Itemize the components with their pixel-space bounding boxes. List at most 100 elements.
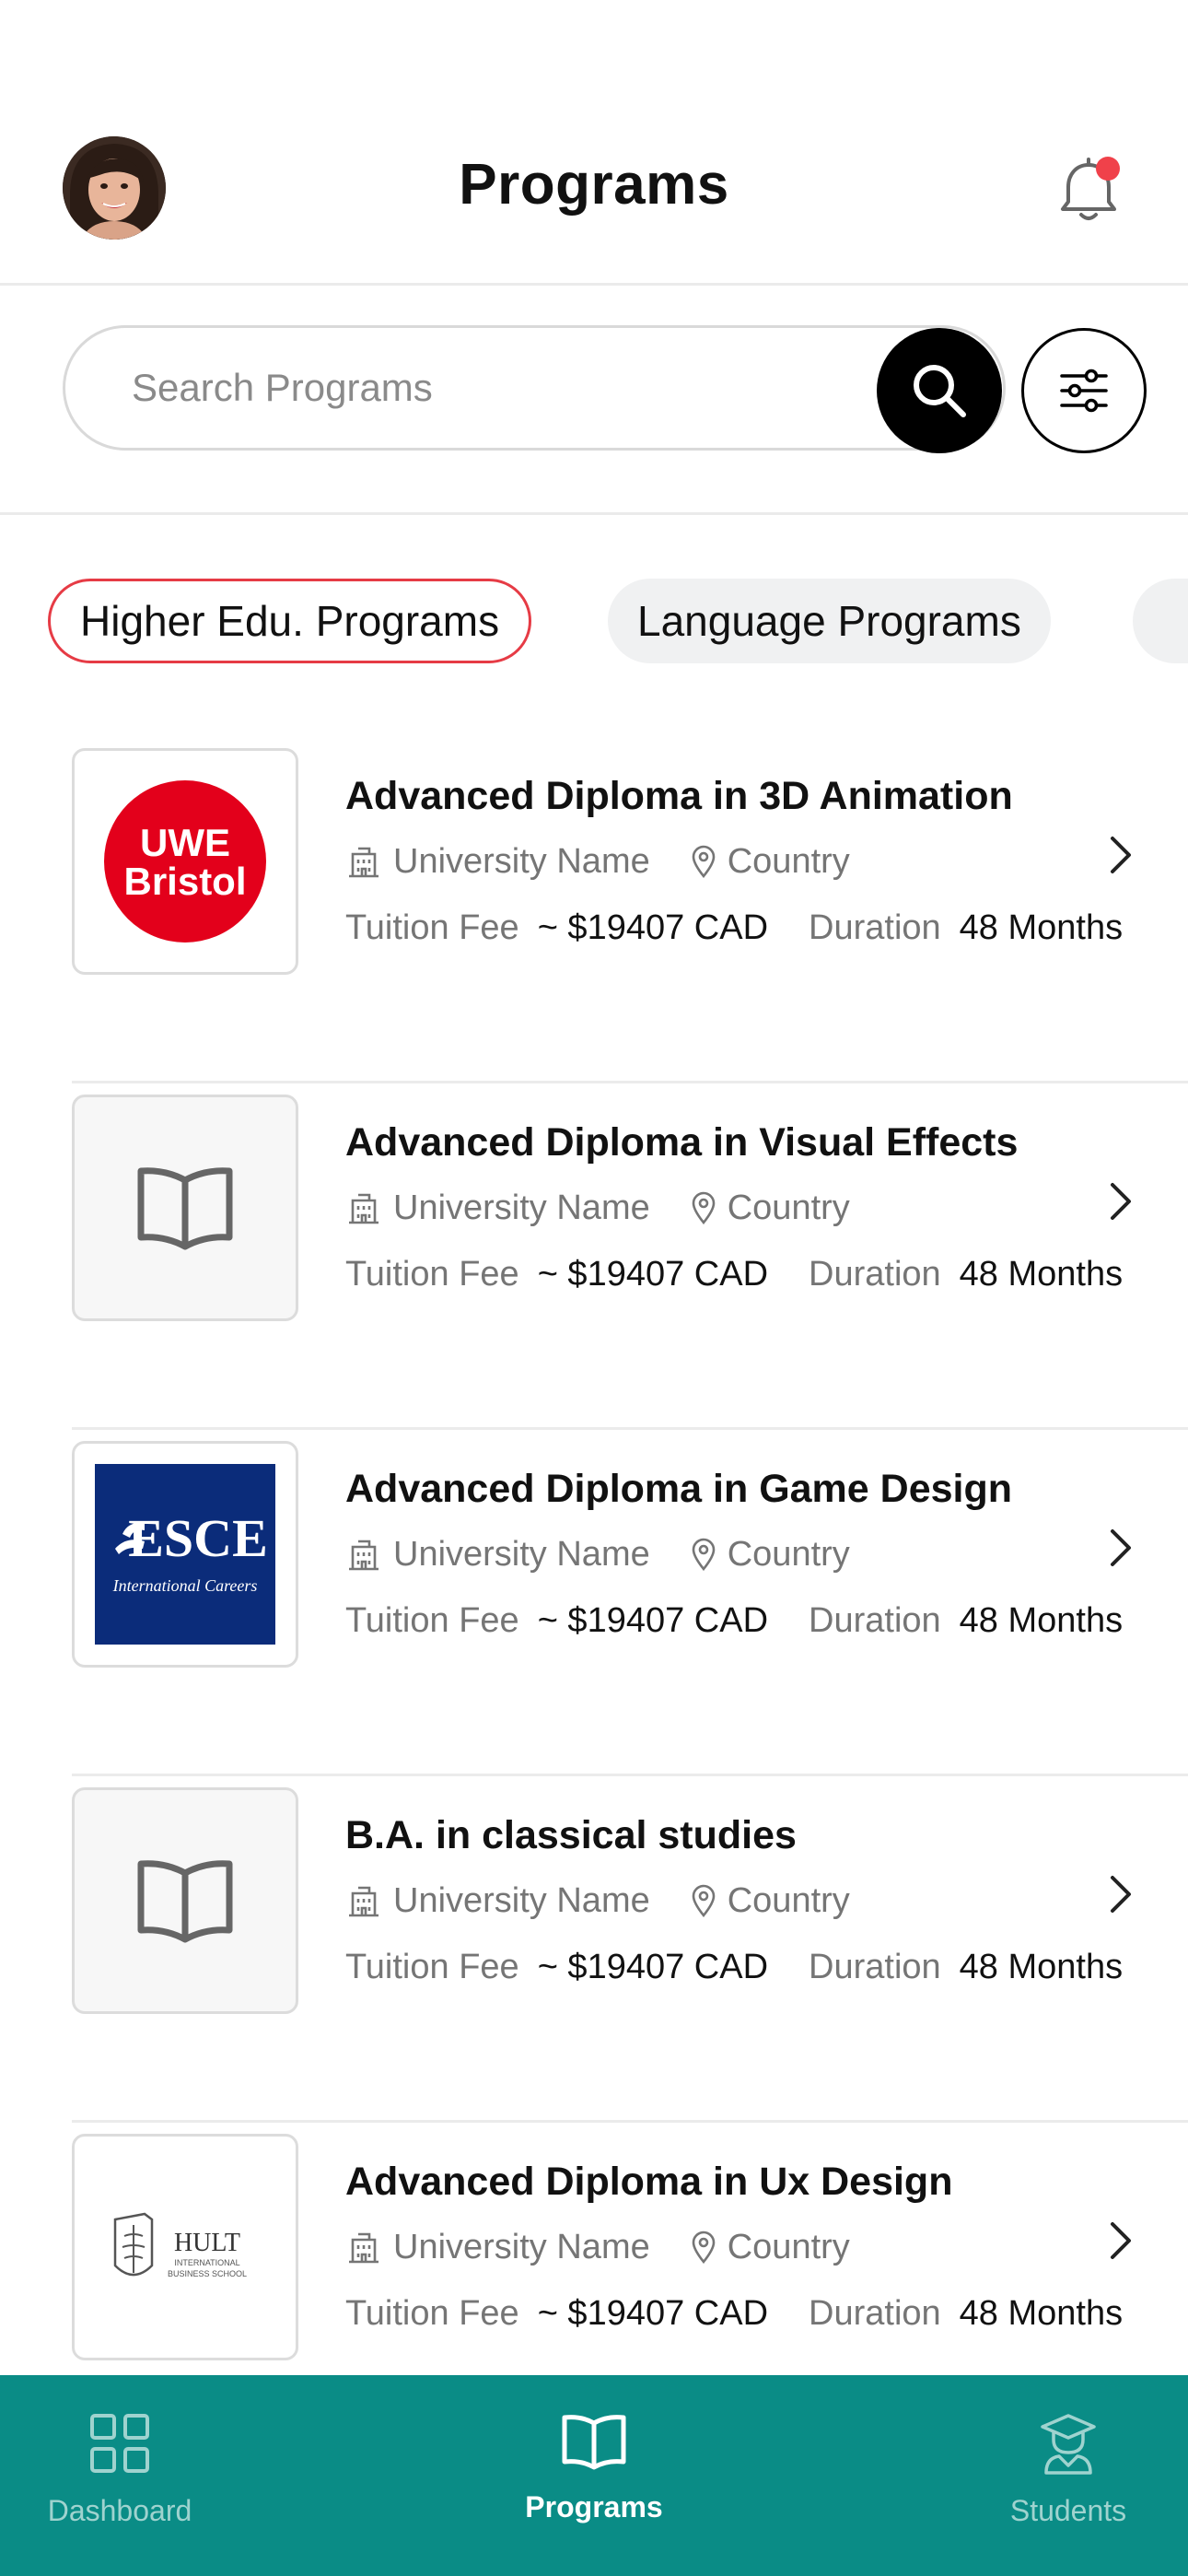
building-icon — [345, 2229, 382, 2266]
program-list: UWE Bristol Advanced Diploma in 3D Anima… — [0, 737, 1188, 2469]
tab-more[interactable] — [1133, 579, 1188, 663]
fee-label: Tuition Fee — [345, 1254, 519, 1294]
building-icon — [345, 1882, 382, 1919]
search-section — [0, 288, 1188, 515]
program-title: B.A. in classical studies — [345, 1813, 797, 1857]
fee-value: ~ $19407 CAD — [537, 907, 769, 947]
nav-programs[interactable]: Programs — [474, 2412, 714, 2524]
duration-value: 48 Months — [959, 907, 1124, 947]
duration-label: Duration — [809, 907, 941, 947]
app-header: Programs — [0, 0, 1188, 286]
grid-icon — [90, 2414, 149, 2473]
sliders-icon — [1060, 369, 1108, 413]
fee-label: Tuition Fee — [345, 1947, 519, 1986]
nav-dashboard[interactable]: Dashboard — [0, 2412, 239, 2528]
university-logo: HULT INTERNATIONAL BUSINESS SCHOOL — [72, 2134, 298, 2360]
program-fee-row: Tuition Fee ~ $19407 CAD Duration 48 Mon… — [345, 905, 1123, 951]
university-logo: UWE Bristol — [72, 748, 298, 975]
fee-label: Tuition Fee — [345, 1600, 519, 1640]
nav-label: Students — [1009, 2494, 1127, 2527]
logo-text: International Careers — [112, 1576, 258, 1595]
university-logo-placeholder — [72, 1095, 298, 1321]
program-item[interactable]: Advanced Diploma in Visual Effects Unive… — [0, 1083, 1188, 1430]
country-name: Country — [727, 1880, 850, 1920]
program-title: Advanced Diploma in 3D Animation — [345, 774, 1013, 818]
location-pin-icon — [691, 1884, 716, 1917]
search-input[interactable] — [132, 356, 868, 420]
location-pin-icon — [691, 2231, 716, 2264]
book-icon — [137, 1167, 233, 1250]
country-name: Country — [727, 1534, 850, 1574]
building-icon — [345, 1189, 382, 1226]
program-fee-row: Tuition Fee ~ $19407 CAD Duration 48 Mon… — [345, 1251, 1123, 1297]
university-name: University Name — [393, 1880, 650, 1920]
logo-text: ESCE — [128, 1508, 268, 1568]
nav-students[interactable]: Students — [949, 2412, 1188, 2528]
program-fee-row: Tuition Fee ~ $19407 CAD Duration 48 Mon… — [345, 1944, 1123, 1990]
program-item[interactable]: UWE Bristol Advanced Diploma in 3D Anima… — [0, 737, 1188, 1083]
duration-value: 48 Months — [959, 1947, 1124, 1986]
country-name: Country — [727, 1188, 850, 1227]
duration-label: Duration — [809, 2293, 941, 2333]
program-title: Advanced Diploma in Visual Effects — [345, 1120, 1019, 1165]
fee-value: ~ $19407 CAD — [537, 1254, 769, 1294]
university-logo-placeholder — [72, 1787, 298, 2014]
duration-value: 48 Months — [959, 1254, 1124, 1294]
program-meta: University Name Country — [345, 2224, 850, 2270]
category-tabs: Higher Edu. Programs Language Programs — [0, 571, 1188, 667]
book-icon — [137, 1860, 233, 1943]
location-pin-icon — [691, 1191, 716, 1224]
location-pin-icon — [691, 1538, 716, 1571]
search-button[interactable] — [877, 328, 1002, 453]
university-name: University Name — [393, 841, 650, 881]
search-icon — [914, 365, 966, 417]
filter-button[interactable] — [1021, 328, 1147, 453]
logo-text: INTERNATIONAL — [174, 2258, 239, 2267]
logo-text: BUSINESS SCHOOL — [168, 2269, 247, 2278]
program-fee-row: Tuition Fee ~ $19407 CAD Duration 48 Mon… — [345, 2290, 1123, 2336]
duration-label: Duration — [809, 1947, 941, 1986]
university-name: University Name — [393, 1188, 650, 1227]
location-pin-icon — [691, 845, 716, 878]
logo-text: HULT — [174, 2229, 240, 2257]
chevron-right-icon[interactable] — [1105, 1176, 1136, 1227]
building-icon — [345, 1536, 382, 1573]
university-logo: ESCE International Careers — [72, 1441, 298, 1668]
chevron-right-icon[interactable] — [1105, 1868, 1136, 1920]
program-meta: University Name Country — [345, 1185, 850, 1231]
university-name: University Name — [393, 1534, 650, 1574]
tab-language[interactable]: Language Programs — [608, 579, 1051, 663]
search-box — [63, 325, 1006, 451]
fee-value: ~ $19407 CAD — [537, 2293, 769, 2333]
logo-text: UWE — [140, 821, 230, 864]
nav-label: Programs — [525, 2490, 663, 2523]
fee-label: Tuition Fee — [345, 2293, 519, 2333]
program-meta: University Name Country — [345, 1878, 850, 1924]
fee-value: ~ $19407 CAD — [537, 1600, 769, 1640]
program-title: Advanced Diploma in Game Design — [345, 1467, 1013, 1511]
duration-value: 48 Months — [959, 2293, 1124, 2333]
building-icon — [345, 843, 382, 880]
book-icon — [562, 2415, 626, 2470]
program-fee-row: Tuition Fee ~ $19407 CAD Duration 48 Mon… — [345, 1598, 1123, 1644]
country-name: Country — [727, 841, 850, 881]
chevron-right-icon[interactable] — [1105, 829, 1136, 881]
duration-value: 48 Months — [959, 1600, 1124, 1640]
university-name: University Name — [393, 2227, 650, 2266]
page-title: Programs — [459, 153, 729, 217]
program-meta: University Name Country — [345, 838, 850, 884]
graduate-icon — [1041, 2414, 1096, 2475]
country-name: Country — [727, 2227, 850, 2266]
logo-text: Bristol — [123, 860, 246, 903]
duration-label: Duration — [809, 1600, 941, 1640]
nav-label: Dashboard — [47, 2494, 192, 2527]
program-meta: University Name Country — [345, 1531, 850, 1577]
program-item[interactable]: ESCE International Careers Advanced Dipl… — [0, 1430, 1188, 1776]
duration-label: Duration — [809, 1254, 941, 1294]
chevron-right-icon[interactable] — [1105, 2215, 1136, 2266]
program-item[interactable]: B.A. in classical studies University Nam… — [0, 1776, 1188, 2123]
fee-value: ~ $19407 CAD — [537, 1947, 769, 1986]
chevron-right-icon[interactable] — [1105, 1522, 1136, 1574]
bottom-navigation: Dashboard Programs Students — [0, 2375, 1188, 2576]
tab-higher-edu[interactable]: Higher Edu. Programs — [48, 579, 532, 663]
